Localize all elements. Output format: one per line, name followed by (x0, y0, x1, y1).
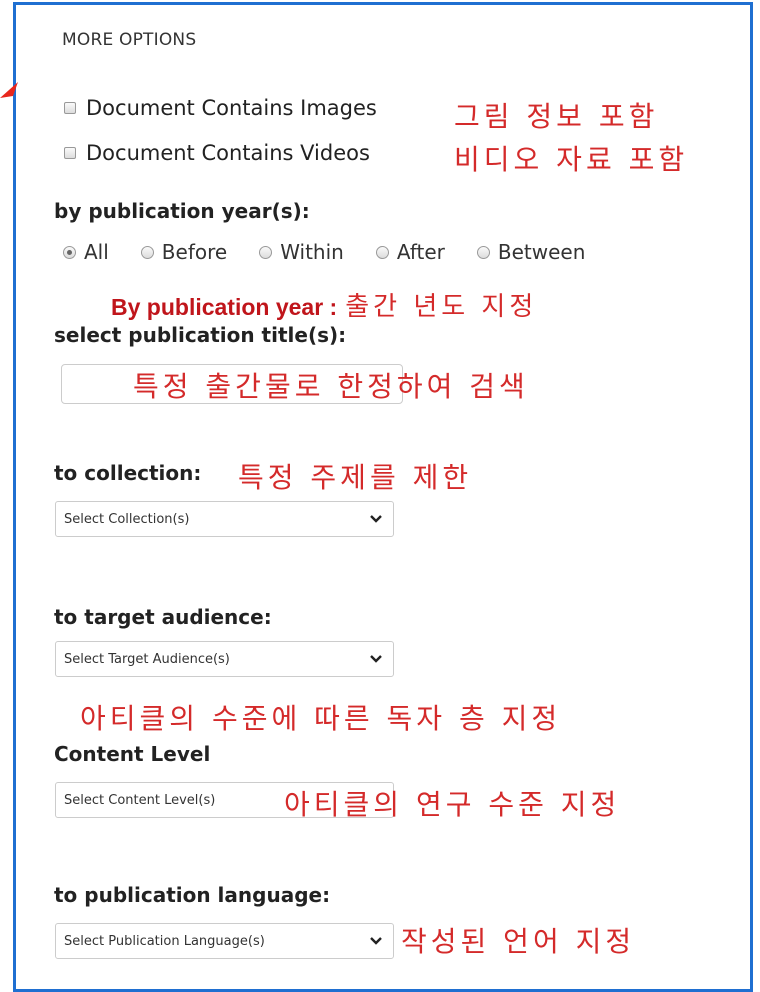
pub-year-annotation: By publication year : 출간 년도 지정 (111, 286, 537, 323)
radio-after-button[interactable] (375, 245, 389, 259)
pub-language-annotation: 작성된 언어 지정 (401, 925, 636, 958)
pub-language-select[interactable]: Select Publication Language(s) (55, 923, 394, 959)
images-checkbox-label: Document Contains Images (86, 96, 377, 120)
radio-within-button[interactable] (259, 245, 273, 259)
videos-checkbox-label: Document Contains Videos (86, 141, 370, 165)
content-level-annotation: 아티클의 연구 수준 지정 (284, 788, 621, 821)
pub-year-annotation-en: By publication year : (111, 294, 338, 320)
radio-within[interactable]: Within (259, 240, 344, 264)
radio-between-button[interactable] (476, 245, 490, 259)
collection-select-value: Select Collection(s) (64, 511, 190, 527)
images-annotation: 그림 정보 포함 (454, 100, 659, 133)
chevron-down-icon (370, 937, 382, 945)
red-arrow-icon (0, 82, 18, 98)
pub-year-heading: by publication year(s): (54, 199, 310, 223)
contains-images-option[interactable]: Document Contains Images (64, 96, 377, 120)
pub-year-annotation-ko: 출간 년도 지정 (345, 292, 538, 322)
content-level-heading: Content Level (54, 742, 211, 766)
pub-language-select-value: Select Publication Language(s) (64, 933, 265, 949)
radio-within-label: Within (280, 240, 344, 264)
radio-after-label: After (396, 240, 445, 264)
radio-before[interactable]: Before (140, 240, 228, 264)
content-level-select-value: Select Content Level(s) (64, 792, 216, 808)
pub-title-heading: select publication title(s): (54, 323, 347, 347)
pub-language-heading: to publication language: (54, 883, 331, 907)
images-checkbox[interactable] (64, 102, 76, 114)
target-audience-heading: to target audience: (54, 605, 272, 629)
pub-title-annotation: 특정 출간물로 한정하여 검색 (133, 370, 529, 403)
radio-between[interactable]: Between (476, 240, 586, 264)
collection-select[interactable]: Select Collection(s) (55, 501, 394, 537)
more-options-title: MORE OPTIONS (62, 30, 197, 50)
radio-between-label: Between (497, 240, 586, 264)
collection-heading: to collection: (54, 461, 202, 485)
videos-annotation: 비디오 자료 포함 (454, 143, 689, 176)
collection-annotation: 특정 주제를 제한 (238, 461, 473, 494)
radio-all[interactable]: All (63, 240, 109, 264)
radio-before-button[interactable] (140, 245, 154, 259)
chevron-down-icon (370, 515, 382, 523)
pub-year-radio-group: All Before Within After Between (63, 240, 617, 264)
radio-before-label: Before (161, 240, 228, 264)
target-audience-select-value: Select Target Audience(s) (64, 651, 230, 667)
contains-videos-option[interactable]: Document Contains Videos (64, 141, 370, 165)
chevron-down-icon (370, 655, 382, 663)
videos-checkbox[interactable] (64, 147, 76, 159)
target-audience-annotation: 아티클의 수준에 따른 독자 층 지정 (80, 702, 562, 735)
radio-after[interactable]: After (375, 240, 445, 264)
target-audience-select[interactable]: Select Target Audience(s) (55, 641, 394, 677)
radio-all-label: All (84, 240, 109, 264)
radio-all-button[interactable] (63, 245, 76, 259)
